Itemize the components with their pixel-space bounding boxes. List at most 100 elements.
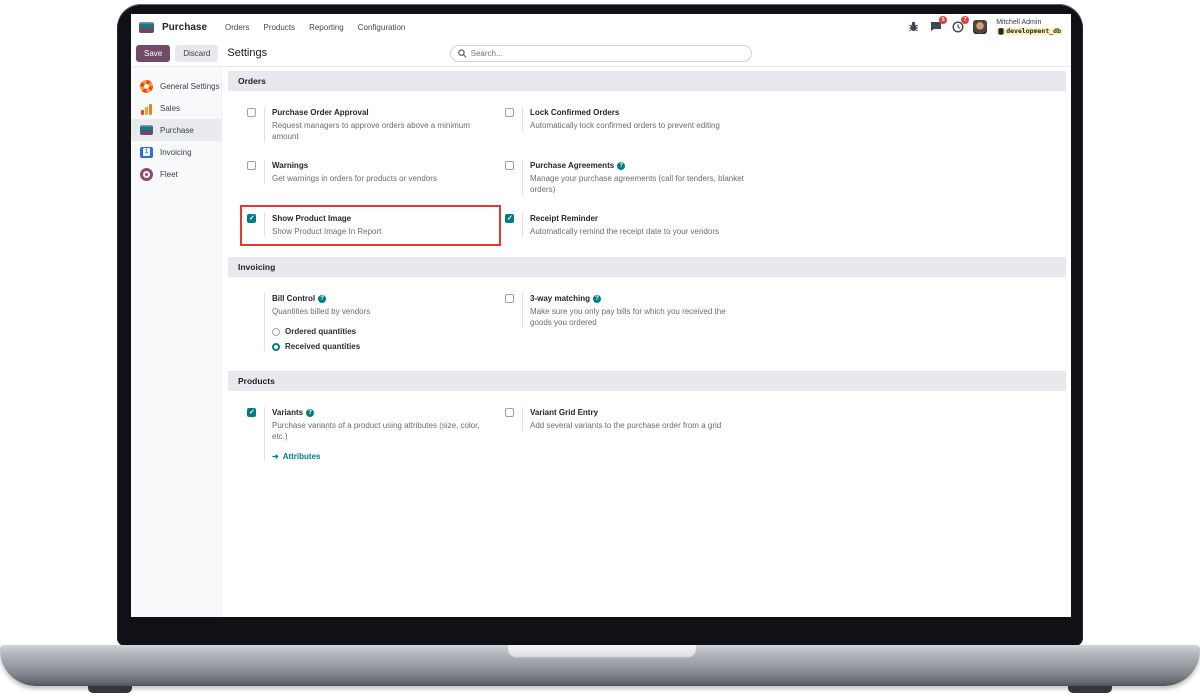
setting-desc: Add several variants to the purchase ord… — [530, 421, 722, 430]
setting-lock-confirmed-orders: Lock Confirmed Orders Automatically lock… — [505, 107, 763, 142]
setting-label: Show Product Image — [272, 214, 352, 223]
attributes-link[interactable]: ➜ Attributes — [272, 452, 491, 461]
radio-button[interactable] — [272, 342, 280, 351]
bill-control-options: Ordered quantities Received quantities — [272, 327, 370, 351]
setting-receipt-reminder: Receipt Reminder Automatically remind th… — [505, 213, 763, 237]
app-title: Purchase — [162, 21, 208, 33]
radio-ordered-quantities[interactable]: Ordered quantities — [272, 327, 370, 336]
laptop-foot — [88, 686, 132, 693]
database-badge: development_db — [996, 26, 1063, 35]
setting-desc: Request managers to approve orders above… — [272, 121, 470, 141]
page: Purchase Orders Products Reporting Confi… — [0, 0, 1200, 697]
setting-label: Bill Control — [272, 294, 316, 303]
user-avatar[interactable] — [973, 19, 988, 34]
setting-label: Variants — [272, 408, 304, 417]
setting-desc: Make sure you only pay bills for which y… — [530, 307, 726, 327]
checkbox-purchase-order-approval[interactable] — [247, 108, 256, 117]
discard-button[interactable]: Discard — [175, 44, 219, 62]
database-name: development_db — [1006, 26, 1061, 35]
setting-label: Lock Confirmed Orders — [530, 108, 620, 117]
setting-show-product-image: Show Product Image Show Product Image In… — [240, 205, 505, 246]
setting-desc: Get warnings in orders for products or v… — [272, 174, 437, 183]
sidebar-item-invoicing[interactable]: Invoicing — [131, 141, 221, 163]
menu-configuration[interactable]: Configuration — [358, 23, 406, 32]
app-menus: Orders Products Reporting Configuration — [225, 23, 405, 32]
settings-main: Orders Purchase Order Approval Request m… — [222, 67, 1071, 617]
laptop-screen: Purchase Orders Products Reporting Confi… — [131, 14, 1071, 617]
setting-desc: Purchase variants of a product using att… — [272, 421, 480, 441]
sidebar-item-purchase[interactable]: Purchase — [131, 119, 221, 141]
setting-desc: Automatically remind the receipt date to… — [530, 227, 719, 236]
save-button[interactable]: Save — [136, 44, 171, 62]
setting-label: Receipt Reminder — [530, 214, 599, 223]
messages-icon[interactable]: 5 — [929, 16, 948, 33]
setting-warnings: Warnings Get warnings in orders for prod… — [247, 160, 505, 195]
systray: 5 7 Mitchell Admin development_db — [907, 16, 1063, 35]
setting-three-way-matching: 3-way matching ? Make sure you only pay … — [505, 293, 763, 351]
laptop-foot — [1068, 686, 1112, 693]
laptop-lid-notch — [508, 645, 696, 658]
help-icon: ? — [593, 295, 602, 303]
sidebar-item-sales[interactable]: Sales — [131, 97, 221, 119]
checkbox-variant-grid-entry[interactable] — [505, 408, 514, 417]
sidebar-item-fleet[interactable]: Fleet — [131, 163, 221, 185]
orders-items: Purchase Order Approval Request managers… — [222, 107, 1071, 246]
purchase-icon — [140, 125, 153, 135]
setting-label: 3-way matching — [530, 294, 591, 303]
activities-clock-icon[interactable]: 7 — [951, 16, 970, 33]
database-icon — [998, 27, 1004, 35]
checkbox-three-way-matching[interactable] — [505, 294, 514, 303]
invoicing-items: Bill Control ? Quantities billed by vend… — [222, 293, 1071, 351]
breadcrumb: Settings — [227, 47, 268, 59]
help-icon: ? — [306, 409, 315, 417]
purchase-app-icon — [139, 21, 154, 33]
help-icon: ? — [617, 162, 626, 170]
setting-purchase-order-approval: Purchase Order Approval Request managers… — [247, 107, 505, 142]
search-box[interactable] — [450, 44, 752, 62]
checkbox-purchase-agreements[interactable] — [505, 161, 514, 170]
radio-received-quantities[interactable]: Received quantities — [272, 342, 370, 351]
invoicing-icon — [140, 146, 153, 158]
setting-label: Variant Grid Entry — [530, 408, 599, 417]
help-icon: ? — [318, 295, 327, 303]
top-nav-bar: Purchase Orders Products Reporting Confi… — [131, 14, 1071, 40]
fleet-icon — [140, 167, 153, 181]
menu-products[interactable]: Products — [263, 23, 295, 32]
arrow-right-icon: ➜ — [272, 452, 279, 461]
messages-badge: 5 — [939, 16, 948, 25]
setting-label: Warnings — [272, 161, 309, 170]
activities-badge: 7 — [961, 16, 970, 25]
sidebar-item-general-settings[interactable]: General Settings — [131, 75, 221, 97]
section-header-orders: Orders — [228, 71, 1066, 91]
checkbox-lock-confirmed-orders[interactable] — [505, 108, 514, 117]
checkbox-warnings[interactable] — [247, 161, 256, 170]
menu-reporting[interactable]: Reporting — [309, 23, 344, 32]
search-input[interactable] — [470, 48, 744, 58]
checkbox-receipt-reminder[interactable] — [505, 214, 514, 223]
user-menu[interactable]: Mitchell Admin development_db — [996, 19, 1063, 35]
search-icon — [458, 48, 467, 58]
settings-sidebar: General Settings Sales Purchase Invoicin… — [131, 67, 222, 617]
checkbox-show-product-image[interactable] — [247, 214, 256, 223]
checkbox-variants[interactable] — [247, 408, 256, 417]
section-header-products: Products — [228, 371, 1066, 391]
general-settings-icon — [140, 79, 153, 93]
radio-button[interactable] — [272, 327, 280, 336]
user-name: Mitchell Admin — [996, 19, 1042, 27]
menu-orders[interactable]: Orders — [225, 23, 249, 32]
setting-variant-grid-entry: Variant Grid Entry Add several variants … — [505, 407, 763, 461]
setting-desc: Show Product Image In Report — [272, 227, 382, 236]
setting-purchase-agreements: Purchase Agreements ? Manage your purcha… — [505, 160, 763, 195]
products-items: Variants ? Purchase variants of a produc… — [222, 407, 1071, 461]
sales-icon — [140, 102, 153, 115]
setting-desc: Automatically lock confirmed orders to p… — [530, 121, 720, 130]
setting-variants: Variants ? Purchase variants of a produc… — [247, 407, 505, 461]
setting-desc: Quantities billed by vendors — [272, 307, 371, 316]
section-header-invoicing: Invoicing — [228, 257, 1066, 277]
setting-label: Purchase Order Approval — [272, 108, 369, 117]
setting-bill-control: Bill Control ? Quantities billed by vend… — [247, 293, 505, 351]
control-bar: Save Discard Settings — [131, 40, 1071, 67]
bug-icon[interactable] — [907, 20, 920, 33]
setting-label: Purchase Agreements — [530, 161, 615, 170]
setting-desc: Manage your purchase agreements (call fo… — [530, 174, 744, 194]
